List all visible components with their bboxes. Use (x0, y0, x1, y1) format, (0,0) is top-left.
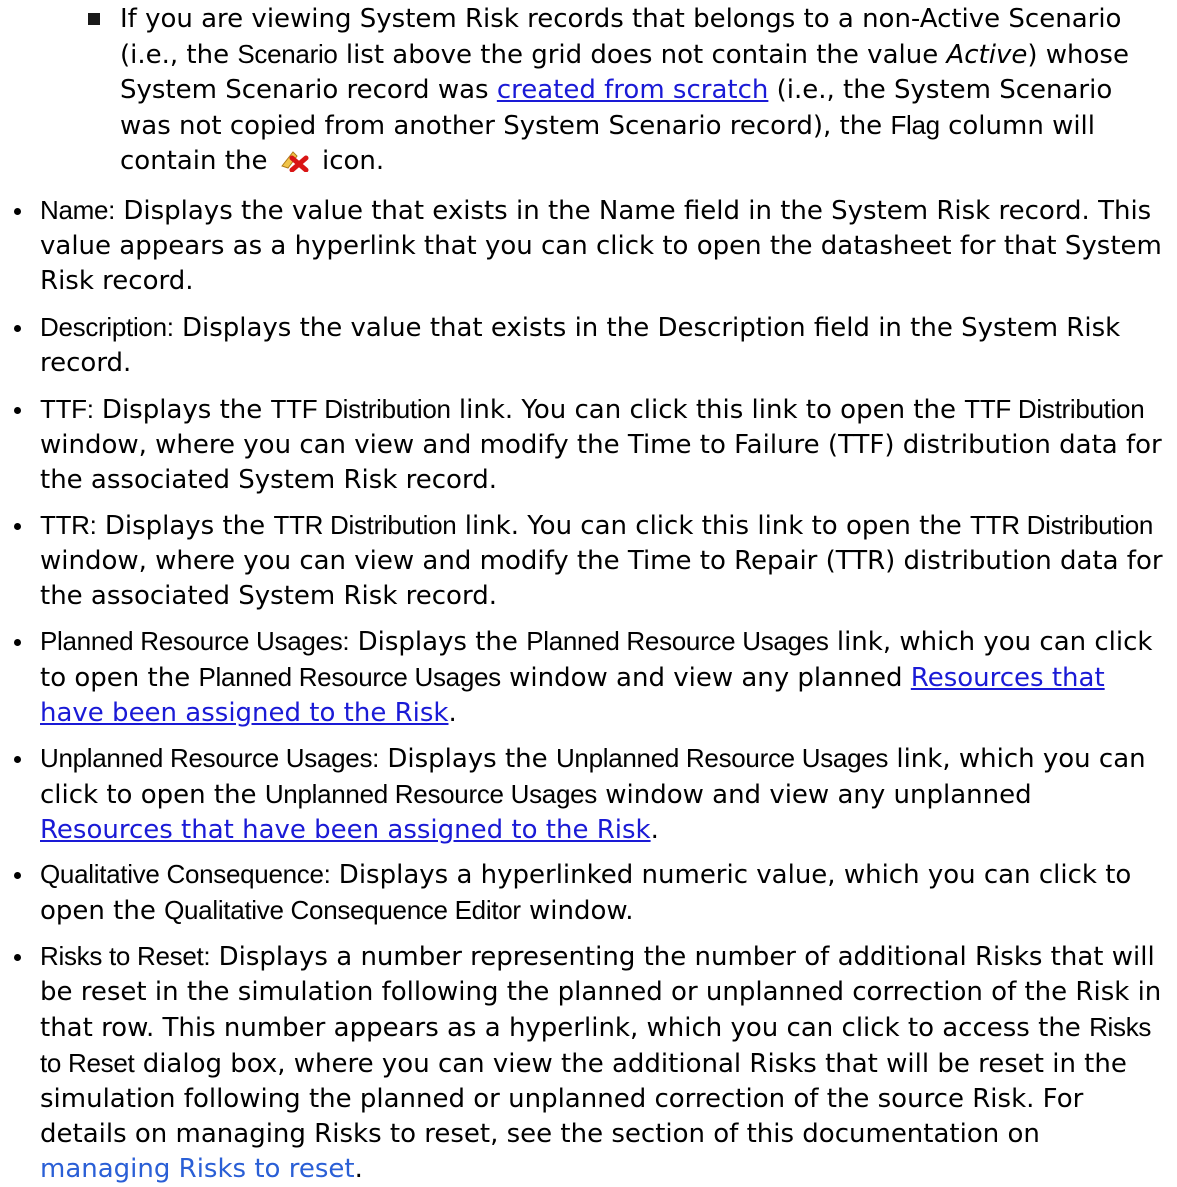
text: icon. (313, 146, 385, 176)
bullet (14, 954, 21, 961)
list-item-planned-resource-usages: Planned Resource Usages: Displays the Pl… (14, 624, 1165, 731)
link-managing-risks-to-reset[interactable]: managing Risks to reset (40, 1154, 355, 1184)
list-item-ttf: TTF: Displays the TTF Distribution link.… (14, 392, 1165, 498)
bullet (14, 639, 21, 646)
value-active: Active (946, 40, 1028, 70)
term-ttf-distribution-window: TTF Dis­tribution (964, 394, 1145, 424)
text: window. (520, 896, 634, 926)
link-created-from-scratch[interactable]: created from scratch (497, 75, 769, 105)
bullet (14, 523, 21, 530)
text: window, where you can view and modify th… (40, 430, 1162, 495)
list-item-qualitative-consequence: Qualitative Consequence: Displays a hype… (14, 857, 1165, 929)
text: . (650, 815, 659, 845)
bullet (14, 756, 21, 763)
list-item-description: Description: Displays the value that exi… (14, 310, 1165, 381)
text: link. You can click this link to open th… (450, 395, 965, 425)
text: list above the grid does not contain the… (337, 40, 947, 70)
text: Displays the (96, 511, 274, 541)
text: Displays the value that exists in the Na… (40, 196, 1162, 296)
term-risks-to-reset: Risks to Reset: (40, 941, 211, 971)
term-name: Name: (40, 195, 116, 225)
term-unplanned-window: Unplanned Resource Usages (264, 779, 597, 809)
link-resources-assigned-unplanned[interactable]: Resources that have been assigned to the… (40, 815, 651, 845)
flag-red-x-icon (280, 146, 310, 182)
sub-list-item-flag: If you are viewing System Risk records t… (120, 2, 1160, 182)
bullet (14, 872, 21, 879)
term-description: Description: (40, 312, 174, 342)
text: . (448, 698, 457, 728)
list-item-risks-to-reset: Risks to Reset: Displays a number repres… (14, 939, 1165, 1187)
term-planned-window: Planned Resource Usages (198, 662, 501, 692)
text: Displays the (379, 744, 556, 774)
list-item-ttr: TTR: Displays the TTR Distribution link.… (14, 508, 1165, 614)
list-item-unplanned-resource-usages: Unplanned Resource Usages: Displays the … (14, 741, 1165, 848)
term-scenario: Scenario (237, 39, 338, 69)
text: . (354, 1154, 363, 1184)
bullet (14, 208, 21, 215)
term-unplanned-resource-usages: Unplanned Resource Usages: (40, 743, 380, 773)
text: dialog box, where you can view the addit… (40, 1049, 1127, 1149)
list-item-name: Name: Displays the value that exists in … (14, 193, 1165, 299)
square-bullet (88, 13, 100, 25)
text: window and view any planned (500, 663, 911, 693)
term-qualitative-consequence: Qualitative Consequence: (40, 859, 331, 889)
term-unplanned-link: Unplanned Resource Usages (555, 743, 889, 773)
document-page: If you are viewing System Risk records t… (0, 0, 1177, 1184)
text: Displays the (349, 627, 527, 657)
term-ttf: TTF: (40, 394, 94, 424)
term-planned-resource-usages: Planned Resource Usages: (40, 626, 350, 656)
text: window, where you can view and modify th… (40, 546, 1163, 611)
term-ttr: TTR: (40, 510, 97, 540)
bullet (14, 407, 21, 414)
term-qualitative-consequence-editor: Qualitative Consequence Editor (164, 895, 521, 925)
term-planned-link: Planned Resource Usages (526, 626, 829, 656)
term-ttr-distribution-link: TTR Distribution (273, 510, 457, 540)
text: Displays the (93, 395, 271, 425)
bullet (14, 325, 21, 332)
term-ttf-distribution-link: TTF Distribution (270, 394, 451, 424)
term-flag: Flag (890, 110, 940, 140)
text: window and view any unplanned (596, 780, 1032, 810)
text: link. You can click this link to open th… (456, 511, 971, 541)
text: Displays the value that exists in the De… (40, 313, 1121, 378)
term-ttr-distribution-window: TTR Dis­tribution (970, 510, 1154, 540)
